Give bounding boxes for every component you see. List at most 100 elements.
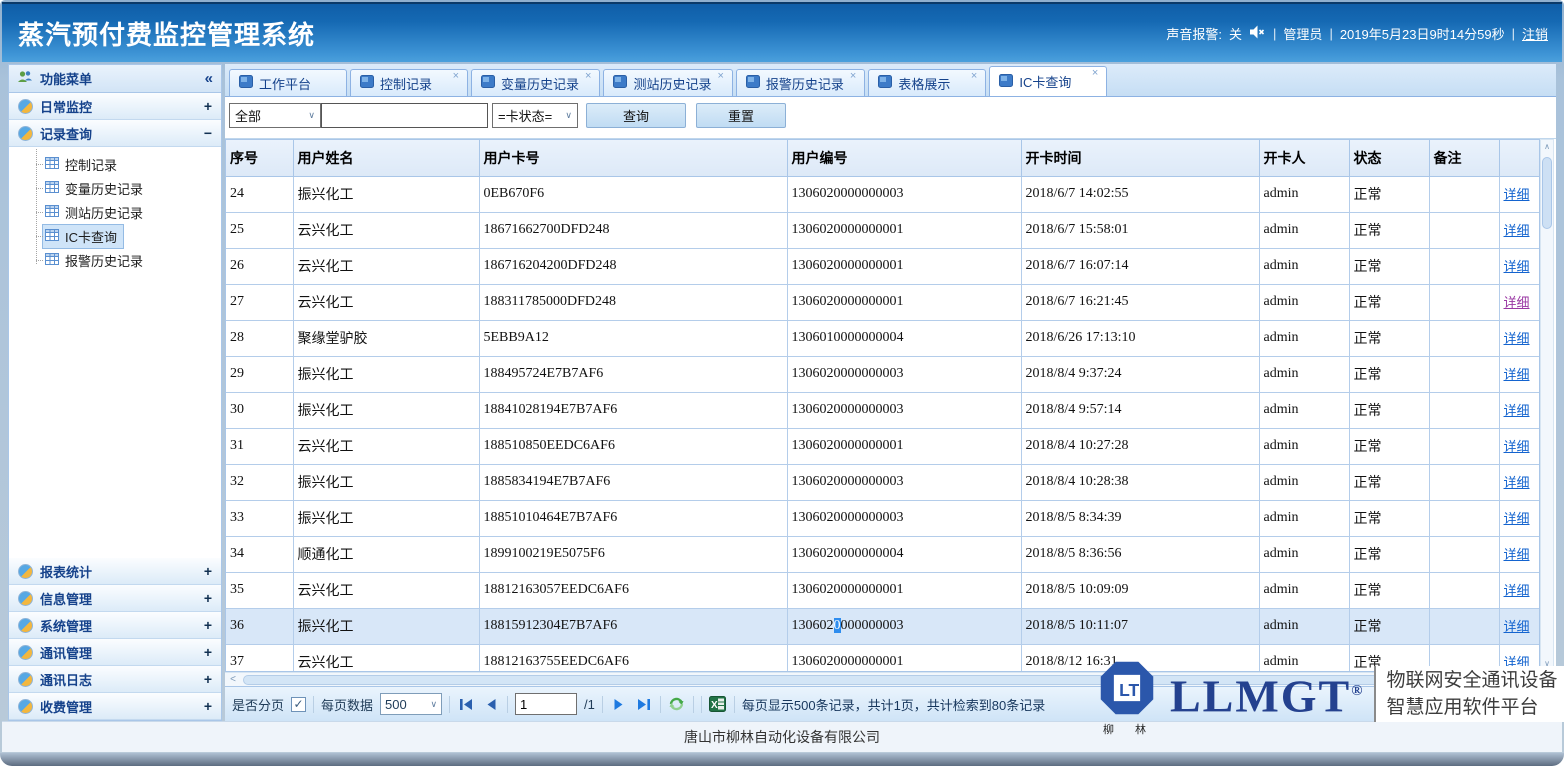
cell-status: 正常	[1349, 248, 1429, 284]
tab[interactable]: 控制记录 ×	[350, 69, 468, 96]
previous-page-button[interactable]	[482, 695, 500, 713]
export-excel-icon[interactable]: X	[709, 695, 727, 713]
close-icon[interactable]: ×	[850, 71, 856, 82]
column-header[interactable]	[1499, 140, 1539, 176]
sidebar-item[interactable]: 控制记录	[9, 152, 221, 176]
close-icon[interactable]: ×	[971, 71, 977, 82]
paginate-checkbox[interactable]: ✓	[291, 697, 306, 712]
table-row[interactable]: 30 振兴化工 18841028194E7B7AF6 1306020000000…	[226, 392, 1539, 428]
sidebar-group[interactable]: 通讯日志 +	[9, 666, 221, 693]
titlebar-status: 声音报警: 关 管理员 2019年5月23日9时14分59秒 注销	[1166, 24, 1562, 43]
detail-link[interactable]: 详细	[1504, 511, 1530, 526]
table-row[interactable]: 27 云兴化工 188311785000DFD248 1306020000000…	[226, 284, 1539, 320]
table-row[interactable]: 25 云兴化工 18671662700DFD248 13060200000000…	[226, 212, 1539, 248]
cell-index: 24	[226, 176, 293, 212]
detail-link[interactable]: 详细	[1504, 295, 1530, 310]
last-page-button[interactable]	[635, 695, 653, 713]
tab[interactable]: 表格展示 ×	[868, 69, 986, 96]
tab[interactable]: 变量历史记录 ×	[471, 69, 600, 96]
vertical-scroll-thumb[interactable]	[1542, 157, 1552, 229]
table-row[interactable]: 26 云兴化工 186716204200DFD248 1306020000000…	[226, 248, 1539, 284]
column-header[interactable]: 序号	[226, 140, 293, 176]
column-header[interactable]: 用户姓名	[293, 140, 479, 176]
close-icon[interactable]: ×	[717, 71, 723, 82]
table-row[interactable]: 32 振兴化工 1885834194E7B7AF6 13060200000000…	[226, 464, 1539, 500]
detail-link[interactable]: 详细	[1504, 619, 1530, 634]
cell-user-id: 1306020000000001	[787, 644, 1021, 672]
keyword-input[interactable]	[321, 103, 488, 128]
next-page-button[interactable]	[610, 695, 628, 713]
table-row[interactable]: 34 顺通化工 1899100219E5075F6 13060200000000…	[226, 536, 1539, 572]
search-button[interactable]: 查询	[586, 103, 686, 128]
detail-link[interactable]: 详细	[1504, 367, 1530, 382]
detail-link[interactable]: 详细	[1504, 547, 1530, 562]
field-select[interactable]: 全部 ∨	[229, 103, 321, 128]
expand-toggle-icon[interactable]: +	[204, 98, 212, 114]
column-header[interactable]: 用户编号	[787, 140, 1021, 176]
expand-toggle-icon[interactable]: +	[204, 644, 212, 660]
card-status-select[interactable]: =卡状态= ∨	[492, 103, 578, 128]
detail-link[interactable]: 详细	[1504, 331, 1530, 346]
sidebar-item[interactable]: 测站历史记录	[9, 200, 221, 224]
column-header[interactable]: 开卡时间	[1021, 140, 1259, 176]
table-row[interactable]: 33 振兴化工 18851010464E7B7AF6 1306020000000…	[226, 500, 1539, 536]
expand-toggle-icon[interactable]: +	[204, 563, 212, 579]
close-icon[interactable]: ×	[1092, 68, 1098, 79]
page-number-input[interactable]	[515, 693, 577, 715]
expand-toggle-icon[interactable]: +	[204, 617, 212, 633]
detail-link[interactable]: 详细	[1504, 259, 1530, 274]
detail-link[interactable]: 详细	[1504, 439, 1530, 454]
sidebar-group[interactable]: 收费管理 +	[9, 693, 221, 720]
reset-button[interactable]: 重置	[696, 103, 786, 128]
sidebar-group[interactable]: 通讯管理 +	[9, 639, 221, 666]
table-row[interactable]: 29 振兴化工 188495724E7B7AF6 130602000000000…	[226, 356, 1539, 392]
refresh-icon[interactable]	[668, 695, 686, 713]
vertical-scrollbar[interactable]: ∧ ∨	[1540, 139, 1554, 672]
tab[interactable]: IC卡查询 ×	[989, 66, 1107, 96]
close-icon[interactable]: ×	[453, 71, 459, 82]
sidebar-group[interactable]: 日常监控 +	[9, 93, 221, 120]
table-row[interactable]: 28 聚缘堂驴胶 5EBB9A12 1306010000000004 2018/…	[226, 320, 1539, 356]
table-row[interactable]: 35 云兴化工 18812163057EEDC6AF6 130602000000…	[226, 572, 1539, 608]
table-row[interactable]: 36 振兴化工 18815912304E7B7AF6 1306020000000…	[226, 608, 1539, 644]
detail-link[interactable]: 详细	[1504, 223, 1530, 238]
close-icon[interactable]: ×	[585, 71, 591, 82]
expand-toggle-icon[interactable]: +	[204, 698, 212, 714]
tab[interactable]: 工作平台	[229, 69, 347, 96]
speaker-muted-icon[interactable]	[1249, 25, 1266, 42]
column-header[interactable]: 备注	[1429, 140, 1499, 176]
cell-detail: 详细	[1499, 428, 1539, 464]
table-row[interactable]: 31 云兴化工 188510850EEDC6AF6 13060200000000…	[226, 428, 1539, 464]
scroll-up-icon[interactable]: ∧	[1544, 140, 1550, 154]
sound-alarm-state[interactable]: 关	[1229, 24, 1242, 43]
record-summary: 每页显示500条记录，共计1页，共计检索到80条记录	[742, 695, 1045, 714]
column-header[interactable]: 状态	[1349, 140, 1429, 176]
detail-link[interactable]: 详细	[1504, 403, 1530, 418]
detail-link[interactable]: 详细	[1504, 583, 1530, 598]
sidebar-item[interactable]: 报警历史记录	[9, 248, 221, 272]
scroll-left-icon[interactable]: <	[225, 673, 241, 687]
sidebar-group[interactable]: 记录查询 −	[9, 120, 221, 147]
sidebar-group[interactable]: 系统管理 +	[9, 612, 221, 639]
per-page-select[interactable]: 500 ∨	[380, 693, 442, 715]
tab[interactable]: 报警历史记录 ×	[736, 69, 865, 96]
detail-link[interactable]: 详细	[1504, 475, 1530, 490]
expand-toggle-icon[interactable]: −	[204, 125, 212, 141]
cell-card-number: 188311785000DFD248	[479, 284, 787, 320]
tab-label: 报警历史记录	[766, 74, 844, 93]
sidebar-item[interactable]: IC卡查询	[9, 224, 221, 248]
sidebar-group[interactable]: 报表统计 +	[9, 558, 221, 585]
cell-operator: admin	[1259, 392, 1349, 428]
tab[interactable]: 测站历史记录 ×	[603, 69, 732, 96]
column-header[interactable]: 开卡人	[1259, 140, 1349, 176]
sidebar-group[interactable]: 信息管理 +	[9, 585, 221, 612]
first-page-button[interactable]	[457, 695, 475, 713]
logout-link[interactable]: 注销	[1522, 24, 1548, 43]
expand-toggle-icon[interactable]: +	[204, 671, 212, 687]
column-header[interactable]: 用户卡号	[479, 140, 787, 176]
detail-link[interactable]: 详细	[1504, 187, 1530, 202]
expand-toggle-icon[interactable]: +	[204, 590, 212, 606]
table-row[interactable]: 24 振兴化工 0EB670F6 1306020000000003 2018/6…	[226, 176, 1539, 212]
collapse-sidebar-icon[interactable]: «	[205, 70, 213, 87]
sidebar-item[interactable]: 变量历史记录	[9, 176, 221, 200]
